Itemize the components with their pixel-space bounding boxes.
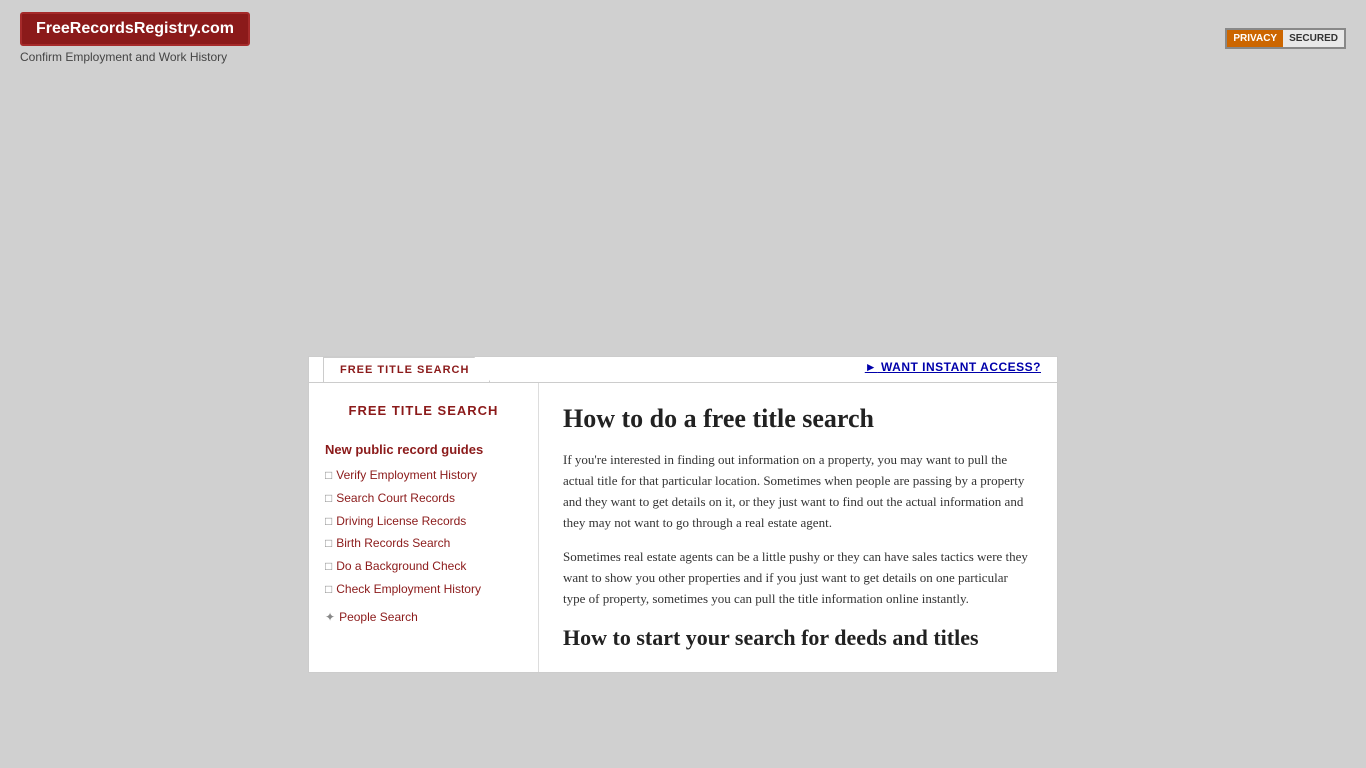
main-wrapper: FREE TITLE SEARCH ► WANT INSTANT ACCESS?… [308, 356, 1058, 673]
header-left: FreeRecordsRegistry.com Confirm Employme… [20, 12, 250, 64]
list-item: □ Birth Records Search [325, 535, 522, 552]
list-item: □ Search Court Records [325, 490, 522, 507]
list-item: □ Check Employment History [325, 581, 522, 598]
new-guides-heading: New public record guides [325, 442, 522, 457]
driving-license-records-link[interactable]: Driving License Records [336, 513, 466, 530]
sidebar: FREE TITLE SEARCH New public record guid… [309, 383, 539, 672]
site-subtitle: Confirm Employment and Work History [20, 50, 227, 64]
content-area: FREE TITLE SEARCH New public record guid… [309, 382, 1057, 672]
birth-records-search-link[interactable]: Birth Records Search [336, 535, 450, 552]
sidebar-section-title: FREE TITLE SEARCH [325, 403, 522, 418]
article-content: How to do a free title search If you're … [539, 383, 1057, 672]
doc-icon-3: □ [325, 514, 332, 529]
search-court-records-link[interactable]: Search Court Records [336, 490, 455, 507]
article-paragraph-2: Sometimes real estate agents can be a li… [563, 547, 1033, 609]
list-item: □ Do a Background Check [325, 558, 522, 575]
secured-label: SECURED [1283, 30, 1344, 47]
list-item: □ Verify Employment History [325, 467, 522, 484]
doc-icon-4: □ [325, 536, 332, 551]
free-title-search-tab[interactable]: FREE TITLE SEARCH [323, 357, 490, 382]
tab-area: FREE TITLE SEARCH ► WANT INSTANT ACCESS? [309, 357, 1057, 382]
privacy-badge: PRIVACY SECURED [1225, 28, 1346, 49]
crosshair-icon: ✦ [325, 610, 335, 625]
list-item: □ Driving License Records [325, 513, 522, 530]
article-title: How to do a free title search [563, 403, 1033, 434]
ad-banner [0, 76, 1366, 336]
doc-icon-6: □ [325, 582, 332, 597]
background-check-link[interactable]: Do a Background Check [336, 558, 466, 575]
doc-icon-2: □ [325, 491, 332, 506]
article-paragraph-1: If you're interested in finding out info… [563, 450, 1033, 533]
people-search-item: ✦ People Search [325, 610, 522, 625]
verify-employment-history-link[interactable]: Verify Employment History [336, 467, 477, 484]
want-instant-access-link[interactable]: ► WANT INSTANT ACCESS? [865, 360, 1041, 374]
people-search-link[interactable]: People Search [339, 610, 418, 624]
arrow-right-icon: ► [865, 360, 877, 374]
page-header: FreeRecordsRegistry.com Confirm Employme… [0, 0, 1366, 76]
article-section-2-title: How to start your search for deeds and t… [563, 624, 1033, 653]
privacy-label: PRIVACY [1227, 30, 1283, 47]
site-title[interactable]: FreeRecordsRegistry.com [20, 12, 250, 46]
doc-icon-1: □ [325, 468, 332, 483]
check-employment-history-link[interactable]: Check Employment History [336, 581, 481, 598]
instant-access-label: WANT INSTANT ACCESS? [881, 360, 1041, 374]
doc-icon-5: □ [325, 559, 332, 574]
